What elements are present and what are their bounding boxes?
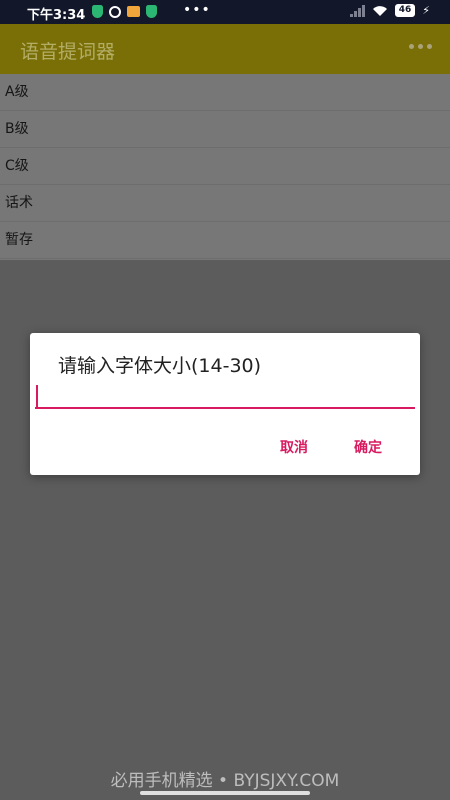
status-time: 下午3:34 <box>27 8 86 23</box>
dialog-title: 请输入字体大小(14-30) <box>58 355 262 377</box>
shield-icon <box>146 5 157 18</box>
signal-icon <box>349 4 365 17</box>
message-icon <box>127 6 140 17</box>
category-list: A级 B级 C级 话术 暂存 <box>0 74 450 260</box>
list-item[interactable]: 暂存 <box>0 222 450 259</box>
more-notifications-icon: ••• <box>183 2 211 18</box>
cancel-button[interactable]: 取消 <box>280 437 308 457</box>
confirm-button[interactable]: 确定 <box>354 437 382 457</box>
text-cursor <box>36 385 38 407</box>
status-bar: 下午3:34 ••• 46 ⚡ <box>0 0 450 24</box>
battery-icon: 46 <box>394 4 416 17</box>
app-bar: 语音提词器 <box>0 24 450 74</box>
system-icons: 46 ⚡ <box>349 4 430 17</box>
app-title: 语音提词器 <box>20 41 116 63</box>
list-item[interactable]: B级 <box>0 111 450 148</box>
wifi-icon <box>372 5 387 16</box>
charging-icon: ⚡ <box>422 4 430 17</box>
list-item[interactable]: 话术 <box>0 185 450 222</box>
shield-icon <box>92 5 103 18</box>
watermark: 必用手机精选 • BYJSJXY.COM <box>110 771 340 791</box>
home-indicator[interactable] <box>140 791 310 795</box>
list-item[interactable]: C级 <box>0 148 450 185</box>
font-size-input[interactable] <box>35 381 415 409</box>
more-horizontal-icon[interactable] <box>409 44 432 49</box>
list-item[interactable]: A级 <box>0 74 450 111</box>
alarm-clock-icon <box>109 5 121 18</box>
font-size-dialog: 请输入字体大小(14-30) 取消 确定 <box>30 333 420 475</box>
notification-icons <box>92 5 157 18</box>
